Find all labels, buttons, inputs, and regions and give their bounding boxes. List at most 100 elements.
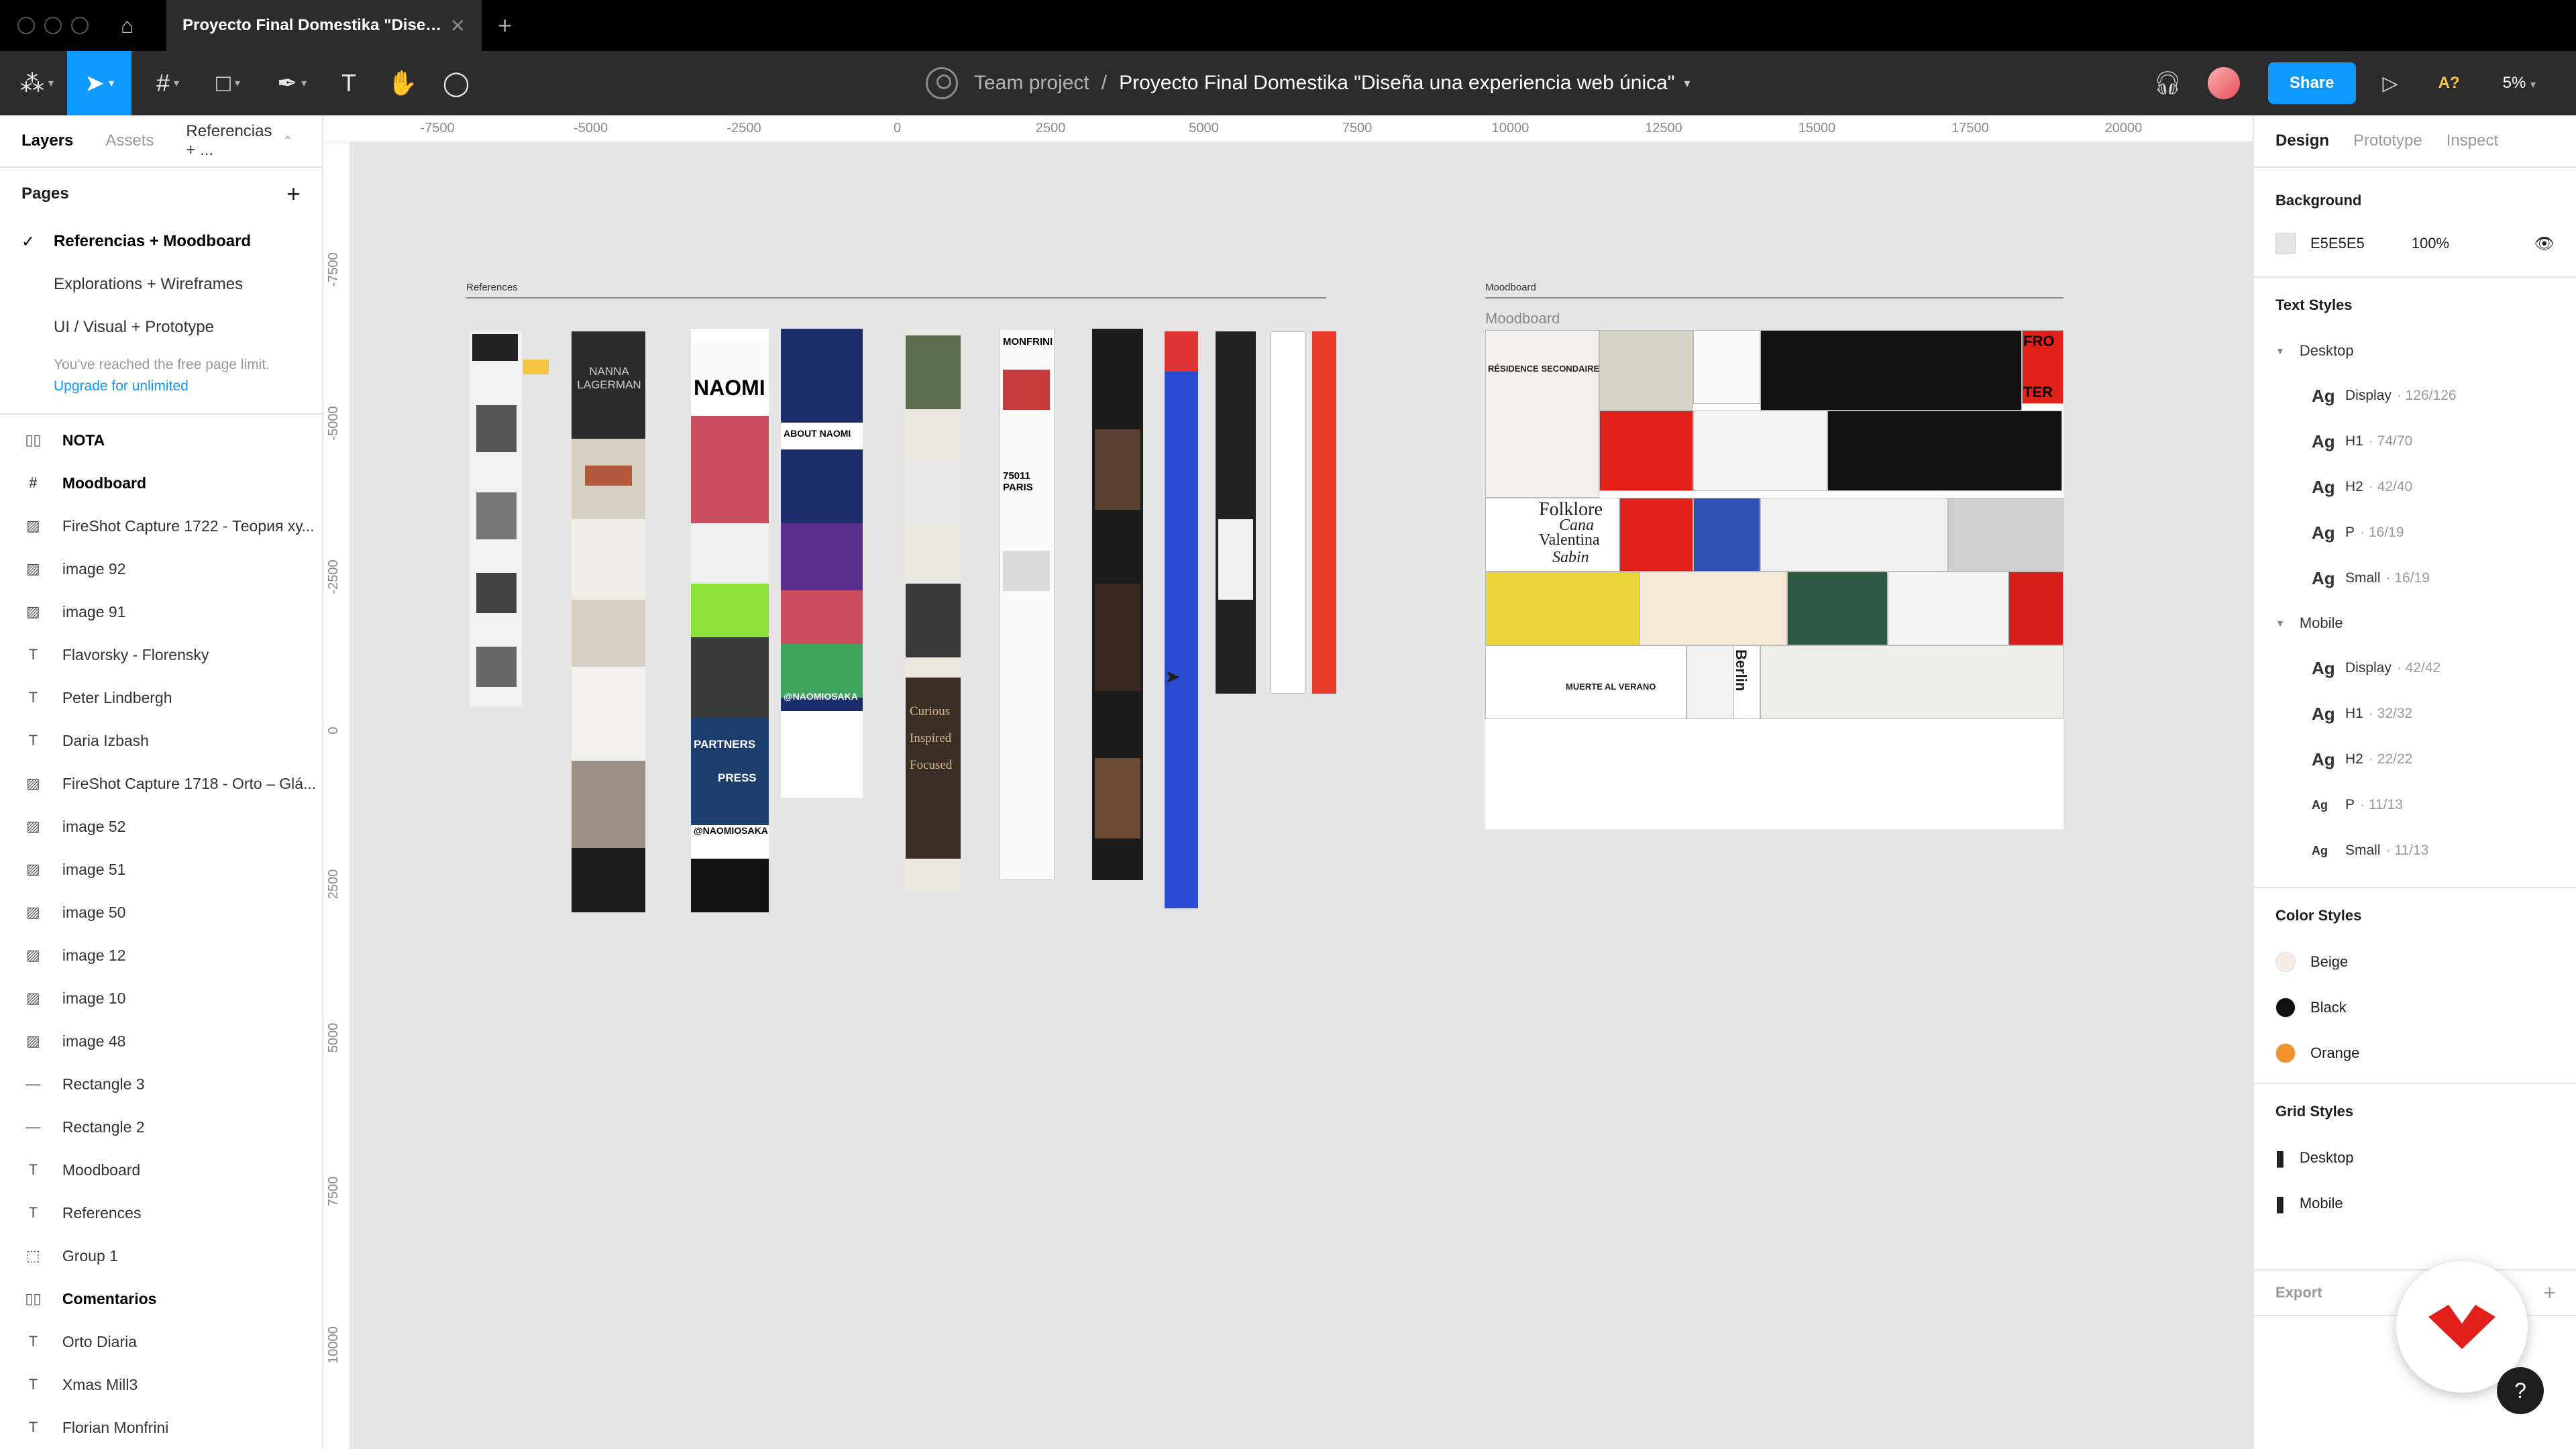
- breadcrumb-team[interactable]: Team project: [974, 72, 1089, 95]
- reference-screenshot[interactable]: [1312, 331, 1336, 694]
- note-sticky[interactable]: [523, 360, 549, 374]
- layer-row[interactable]: T Florian Monfrini: [0, 1406, 322, 1449]
- references-frame-label[interactable]: References: [466, 282, 518, 293]
- tab-assets[interactable]: Assets: [105, 131, 154, 150]
- text-style-item[interactable]: Ag H1 · 32/32: [2254, 691, 2576, 737]
- page-selector[interactable]: Referencias + ...: [186, 122, 272, 160]
- close-window-button[interactable]: [17, 17, 35, 34]
- layer-row[interactable]: T Xmas Mill3: [0, 1363, 322, 1406]
- comment-tool-button[interactable]: ◯: [436, 51, 476, 115]
- reference-screenshot[interactable]: NAOMI PARTNERS PRESS @NAOMIOSAKA: [691, 329, 769, 912]
- minimize-window-button[interactable]: [44, 17, 62, 34]
- new-tab-button[interactable]: +: [498, 11, 512, 40]
- layer-row[interactable]: ▨ image 52: [0, 805, 322, 848]
- layer-row[interactable]: # Moodboard: [0, 462, 322, 504]
- move-tool-button[interactable]: ➤ ▾: [67, 51, 131, 115]
- text-style-item[interactable]: Ag Display · 126/126: [2254, 373, 2576, 419]
- background-hex[interactable]: E5E5E5: [2310, 235, 2365, 252]
- tab-inspect[interactable]: Inspect: [2447, 131, 2498, 150]
- layer-row[interactable]: ▨ image 92: [0, 547, 322, 590]
- add-page-button[interactable]: +: [286, 180, 301, 208]
- layer-row[interactable]: T Peter Lindbergh: [0, 676, 322, 719]
- grid-style-item[interactable]: ||| Mobile: [2254, 1181, 2576, 1226]
- layer-row[interactable]: T Flavorsky - Florensky: [0, 633, 322, 676]
- layer-row[interactable]: ▯▯ Comentarios: [0, 1277, 322, 1320]
- page-item[interactable]: ✓ Referencias + Moodboard: [0, 220, 322, 263]
- reference-screenshot[interactable]: Curious Inspired Focused: [906, 329, 961, 892]
- layer-row[interactable]: ▨ image 48: [0, 1020, 322, 1063]
- document-tab[interactable]: Proyecto Final Domestika "Diseña u... ✕: [166, 0, 482, 51]
- color-style-item[interactable]: Orange: [2254, 1030, 2576, 1076]
- text-style-meta: · 74/70: [2368, 433, 2413, 449]
- hand-tool-button[interactable]: ✋: [382, 51, 423, 115]
- layer-row[interactable]: T Daria Izbash: [0, 719, 322, 762]
- frame-tool-button[interactable]: # ▾: [141, 51, 195, 115]
- reference-screenshot[interactable]: [1092, 329, 1143, 880]
- reference-screenshot[interactable]: [1271, 331, 1305, 694]
- shape-tool-button[interactable]: □ ▾: [201, 51, 255, 115]
- user-avatar[interactable]: [2207, 67, 2240, 99]
- reference-screenshot[interactable]: [470, 331, 522, 707]
- layer-row[interactable]: ▨ image 10: [0, 977, 322, 1020]
- color-style-item[interactable]: Black: [2254, 985, 2576, 1030]
- layer-row[interactable]: — Rectangle 2: [0, 1106, 322, 1148]
- background-swatch[interactable]: [2275, 233, 2296, 254]
- text-style-item[interactable]: Ag P · 11/13: [2254, 782, 2576, 828]
- help-button[interactable]: ?: [2497, 1367, 2544, 1414]
- layer-row[interactable]: ⬚ Group 1: [0, 1234, 322, 1277]
- zoom-level[interactable]: 5% ▾: [2503, 74, 2536, 93]
- moodboard-collage[interactable]: RÉSIDENCE SECONDAIRE FRO TER Folklore Ca…: [1485, 330, 2063, 829]
- accessibility-hint[interactable]: A?: [2438, 74, 2460, 93]
- chevron-up-icon[interactable]: ⌃: [282, 134, 292, 148]
- text-style-group[interactable]: ▼ Mobile: [2254, 601, 2576, 645]
- text-style-item[interactable]: Ag Small · 11/13: [2254, 828, 2576, 873]
- home-icon[interactable]: ⌂: [121, 15, 142, 36]
- main-menu-button[interactable]: ⁂ ▾: [13, 51, 60, 115]
- text-style-item[interactable]: Ag Small · 16/19: [2254, 555, 2576, 601]
- tab-layers[interactable]: Layers: [21, 131, 73, 150]
- layer-row[interactable]: — Rectangle 3: [0, 1063, 322, 1106]
- text-style-item[interactable]: Ag P · 16/19: [2254, 510, 2576, 555]
- text-style-item[interactable]: Ag H2 · 22/22: [2254, 737, 2576, 782]
- layer-row[interactable]: ▨ image 91: [0, 590, 322, 633]
- layer-row[interactable]: T Moodboard: [0, 1148, 322, 1191]
- headphones-icon[interactable]: 🎧︎: [2153, 70, 2182, 97]
- page-item[interactable]: Explorations + Wireframes: [0, 263, 322, 306]
- text-tool-button[interactable]: T: [329, 51, 369, 115]
- moodboard-frame-label[interactable]: Moodboard: [1485, 282, 1536, 293]
- layer-row[interactable]: ▨ image 12: [0, 934, 322, 977]
- reference-screenshot[interactable]: [1216, 331, 1256, 694]
- grid-style-item[interactable]: ||| Desktop: [2254, 1135, 2576, 1181]
- text-style-item[interactable]: Ag Display · 42/42: [2254, 645, 2576, 691]
- reference-screenshot[interactable]: NANNA LAGERMAN: [572, 331, 645, 912]
- reference-screenshot[interactable]: MONFRINI 75011 PARIS: [1000, 329, 1055, 880]
- background-opacity[interactable]: 100%: [2412, 235, 2449, 252]
- chevron-down-icon[interactable]: ▾: [1684, 76, 1690, 91]
- layer-row[interactable]: T Orto Diaria: [0, 1320, 322, 1363]
- pen-tool-button[interactable]: ✒ ▾: [265, 51, 319, 115]
- zoom-window-button[interactable]: [71, 17, 89, 34]
- close-tab-icon[interactable]: ✕: [450, 15, 466, 37]
- color-style-item[interactable]: Beige: [2254, 939, 2576, 985]
- text-style-group[interactable]: ▼ Desktop: [2254, 329, 2576, 373]
- reference-screenshot[interactable]: [1165, 331, 1198, 908]
- layer-row[interactable]: T References: [0, 1191, 322, 1234]
- reference-screenshot[interactable]: ABOUT NAOMI @NAOMIOSAKA: [781, 329, 863, 798]
- eye-icon[interactable]: 👁︎: [2534, 234, 2555, 254]
- canvas[interactable]: -7500 -5000 -2500 0 2500 5000 7500 10000 12500 15…: [323, 115, 2253, 1449]
- layer-row[interactable]: ▨ image 50: [0, 891, 322, 934]
- share-button[interactable]: Share: [2267, 62, 2356, 104]
- layer-row[interactable]: ▨ FireShot Capture 1722 - Теория ху...: [0, 504, 322, 547]
- text-style-item[interactable]: Ag H2 · 42/40: [2254, 464, 2576, 510]
- text-style-item[interactable]: Ag H1 · 74/70: [2254, 419, 2576, 464]
- page-item[interactable]: UI / Visual + Prototype: [0, 306, 322, 349]
- add-export-button[interactable]: +: [2543, 1281, 2556, 1305]
- file-name[interactable]: Proyecto Final Domestika "Diseña una exp…: [1119, 72, 1674, 95]
- layer-row[interactable]: ▨ image 51: [0, 848, 322, 891]
- layer-row[interactable]: ▯▯ NOTA: [0, 419, 322, 462]
- tab-prototype[interactable]: Prototype: [2353, 131, 2422, 150]
- present-play-icon[interactable]: ▷: [2383, 72, 2398, 95]
- tab-design[interactable]: Design: [2275, 131, 2329, 150]
- layer-row[interactable]: ▨ FireShot Capture 1718 - Orto – Glá...: [0, 762, 322, 805]
- upgrade-link[interactable]: Upgrade for unlimited: [0, 376, 322, 397]
